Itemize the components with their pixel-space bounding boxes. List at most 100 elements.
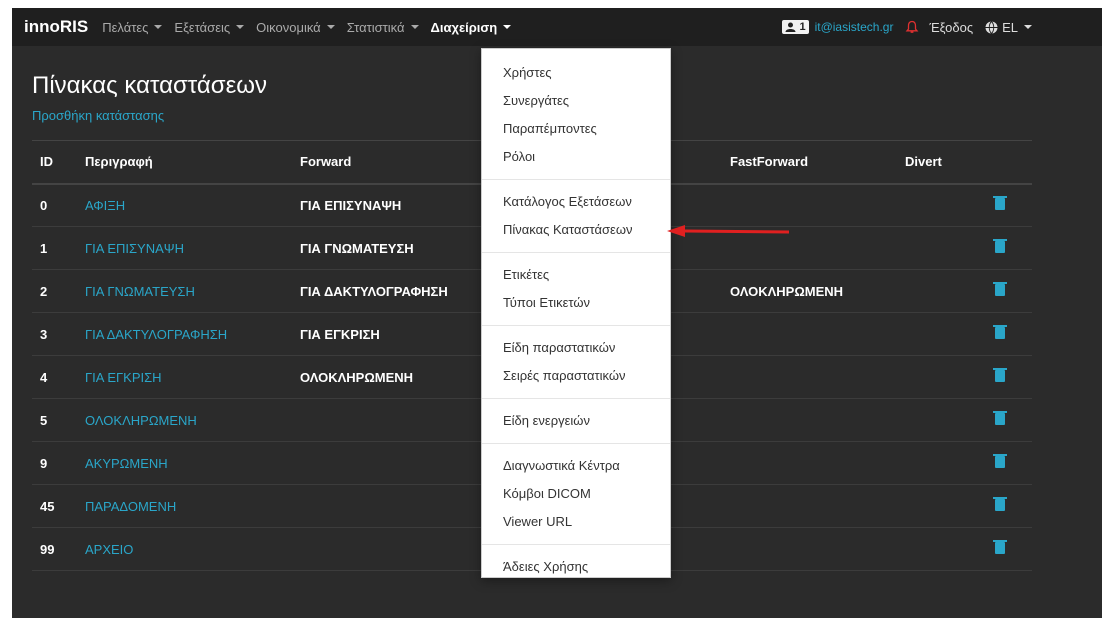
row-fastforward bbox=[722, 355, 897, 399]
row-actions bbox=[977, 398, 1032, 442]
annotation-arrow bbox=[667, 225, 790, 237]
row-forward: ΓΙΑ ΕΠΙΣΥΝΑΨΗ bbox=[292, 183, 487, 227]
header-divert: Divert bbox=[897, 140, 977, 185]
trash-icon[interactable] bbox=[993, 410, 1007, 425]
row-divert bbox=[897, 441, 977, 485]
row-forward: ΓΙΑ ΔΑΚΤΥΛΟΓΡΑΦΗΣΗ bbox=[292, 269, 487, 313]
row-fastforward bbox=[722, 484, 897, 528]
row-description-link[interactable]: ΓΙΑ ΔΑΚΤΥΛΟΓΡΑΦΗΣΗ bbox=[77, 312, 292, 356]
nav-menu-customers[interactable]: Πελάτες bbox=[102, 20, 163, 35]
menu-item-roles[interactable]: Ρόλοι bbox=[482, 143, 670, 171]
trash-icon[interactable] bbox=[993, 496, 1007, 511]
row-forward: ΓΙΑ ΕΓΚΡΙΣΗ bbox=[292, 312, 487, 356]
page-title: Πίνακας καταστάσεων bbox=[32, 72, 268, 99]
row-description-link[interactable]: ΓΙΑ ΕΠΙΣΥΝΑΨΗ bbox=[77, 226, 292, 270]
globe-icon bbox=[985, 20, 998, 34]
top-navbar: innoRIS Πελάτες Εξετάσεις Οικονομικά Στα… bbox=[12, 8, 1102, 46]
nav-menu-financial[interactable]: Οικονομικά bbox=[256, 20, 335, 35]
row-description-link[interactable]: ΓΙΑ ΓΝΩΜΑΤΕΥΣΗ bbox=[77, 269, 292, 313]
row-description-link[interactable]: ΑΚΥΡΩΜΕΝΗ bbox=[77, 441, 292, 485]
user-icon bbox=[785, 22, 796, 32]
row-id: 3 bbox=[32, 312, 77, 356]
trash-icon[interactable] bbox=[993, 453, 1007, 468]
menu-divider bbox=[482, 252, 670, 253]
menu-divider bbox=[482, 443, 670, 444]
header-forward: Forward bbox=[292, 140, 487, 185]
row-id: 4 bbox=[32, 355, 77, 399]
menu-item-exam-catalog[interactable]: Κατάλογος Εξετάσεων bbox=[482, 188, 670, 216]
trash-icon[interactable] bbox=[993, 367, 1007, 382]
caret-down-icon bbox=[154, 25, 163, 29]
row-divert bbox=[897, 312, 977, 356]
trash-icon[interactable] bbox=[993, 238, 1007, 253]
nav-menu-label: Στατιστικά bbox=[346, 19, 405, 35]
language-selector[interactable]: EL bbox=[985, 20, 1032, 35]
row-divert bbox=[897, 226, 977, 270]
row-id: 45 bbox=[32, 484, 77, 528]
row-divert bbox=[897, 398, 977, 442]
menu-item-referrers[interactable]: Παραπέμποντες bbox=[482, 115, 670, 143]
menu-item-action-types[interactable]: Είδη ενεργειών bbox=[482, 407, 670, 435]
menu-item-dicom-nodes[interactable]: Κόμβοι DICOM bbox=[482, 480, 670, 508]
menu-divider bbox=[482, 544, 670, 545]
header-actions bbox=[977, 140, 1032, 185]
row-actions bbox=[977, 269, 1032, 313]
row-description-link[interactable]: ΑΡΧΕΙΟ bbox=[77, 527, 292, 571]
menu-item-label-types[interactable]: Τύποι Ετικετών bbox=[482, 289, 670, 317]
row-id: 9 bbox=[32, 441, 77, 485]
trash-icon[interactable] bbox=[993, 195, 1007, 210]
menu-item-document-series[interactable]: Σειρές παραστατικών bbox=[482, 362, 670, 390]
trash-icon[interactable] bbox=[993, 539, 1007, 554]
caret-down-icon bbox=[410, 25, 419, 29]
header-fastforward: FastForward bbox=[722, 140, 897, 185]
caret-down-icon bbox=[1024, 25, 1032, 29]
nav-menu-exams[interactable]: Εξετάσεις bbox=[174, 20, 245, 35]
row-description-link[interactable]: ΟΛΟΚΛΗΡΩΜΕΝΗ bbox=[77, 398, 292, 442]
user-email-link[interactable]: it@iasistech.gr bbox=[815, 20, 894, 34]
nav-menu-statistics[interactable]: Στατιστικά bbox=[347, 20, 419, 35]
menu-item-users[interactable]: Χρήστες bbox=[482, 59, 670, 87]
menu-item-status-table[interactable]: Πίνακας Καταστάσεων bbox=[482, 216, 670, 244]
trash-icon[interactable] bbox=[993, 324, 1007, 339]
caret-down-icon bbox=[236, 25, 245, 29]
user-count-badge[interactable]: 1 bbox=[782, 20, 809, 34]
row-fastforward: ΟΛΟΚΛΗΡΩΜΕΝΗ bbox=[722, 269, 897, 313]
brand-logo[interactable]: innoRIS bbox=[24, 17, 88, 37]
nav-menu-administration[interactable]: Διαχείριση bbox=[431, 20, 512, 35]
nav-menu-label: Διαχείριση bbox=[430, 19, 498, 35]
trash-icon[interactable] bbox=[993, 281, 1007, 296]
row-id: 5 bbox=[32, 398, 77, 442]
row-description-link[interactable]: ΑΦΙΞΗ bbox=[77, 183, 292, 227]
row-divert bbox=[897, 269, 977, 313]
row-description-link[interactable]: ΠΑΡΑΔΟΜΕΝΗ bbox=[77, 484, 292, 528]
row-divert bbox=[897, 355, 977, 399]
row-fastforward bbox=[722, 312, 897, 356]
row-description-link[interactable]: ΓΙΑ ΕΓΚΡΙΣΗ bbox=[77, 355, 292, 399]
menu-divider bbox=[482, 398, 670, 399]
row-fastforward bbox=[722, 527, 897, 571]
menu-item-partners[interactable]: Συνεργάτες bbox=[482, 87, 670, 115]
row-actions bbox=[977, 226, 1032, 270]
bell-icon[interactable] bbox=[905, 20, 919, 34]
nav-menu-label: Οικονομικά bbox=[256, 19, 321, 35]
menu-item-viewer-url[interactable]: Viewer URL bbox=[482, 508, 670, 536]
navbar-right: 1 it@iasistech.gr Έξοδος EL bbox=[782, 8, 1032, 46]
user-count: 1 bbox=[799, 21, 806, 33]
menu-item-diagnostic-centers[interactable]: Διαγνωστικά Κέντρα bbox=[482, 452, 670, 480]
row-id: 99 bbox=[32, 527, 77, 571]
language-label: EL bbox=[1002, 19, 1018, 35]
row-fastforward bbox=[722, 441, 897, 485]
header-id: ID bbox=[32, 140, 77, 185]
caret-down-icon bbox=[503, 25, 512, 29]
add-status-link[interactable]: Προσθήκη κατάστασης bbox=[32, 108, 164, 123]
menu-item-labels[interactable]: Ετικέτες bbox=[482, 261, 670, 289]
menu-item-document-types[interactable]: Είδη παραστατικών bbox=[482, 334, 670, 362]
screenshot-frame: innoRIS Πελάτες Εξετάσεις Οικονομικά Στα… bbox=[0, 0, 1104, 630]
row-forward bbox=[292, 441, 487, 485]
menu-divider bbox=[482, 179, 670, 180]
menu-item-licenses[interactable]: Άδειες Χρήσης bbox=[482, 553, 670, 581]
row-fastforward bbox=[722, 398, 897, 442]
row-fastforward bbox=[722, 183, 897, 227]
logout-link[interactable]: Έξοδος bbox=[929, 20, 973, 35]
caret-down-icon bbox=[326, 25, 335, 29]
